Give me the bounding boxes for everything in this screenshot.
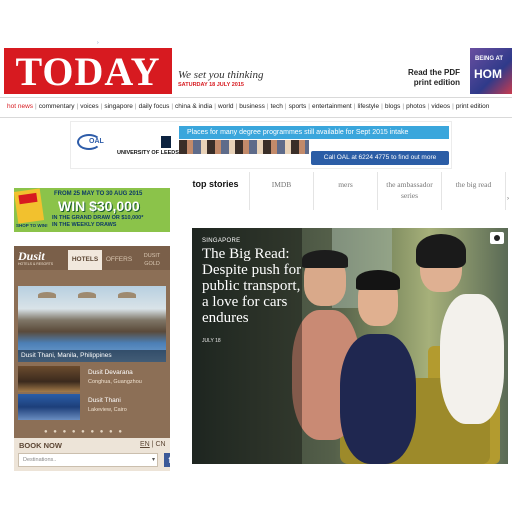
nav-item[interactable]: entertainment bbox=[312, 103, 352, 110]
destination-placeholder: Destinations.. bbox=[23, 457, 57, 463]
site-logo[interactable]: TODAY bbox=[4, 48, 172, 94]
dusit-header: Dusit HOTELS & RESORTS HOTELS OFFERS DUS… bbox=[14, 246, 170, 270]
hero-category[interactable]: SINGAPORE bbox=[202, 238, 240, 244]
hotel-thumbnail bbox=[18, 366, 80, 392]
shopping-bag-icon bbox=[14, 188, 45, 224]
promo-line-1: BEING AT bbox=[475, 56, 503, 62]
hotel-place: Conghua, Guangzhou bbox=[88, 379, 142, 385]
tab-hotels[interactable]: HOTELS bbox=[68, 250, 102, 270]
hero-person bbox=[356, 270, 400, 290]
featured-hotel-caption: Dusit Thani, Manila, Philippines bbox=[18, 350, 166, 362]
hotel-thumbnail bbox=[18, 394, 80, 420]
oal-banner-ad[interactable]: OAL UNIVERSITY OF LEEDS Places for many … bbox=[70, 121, 452, 169]
language-switch: EN | CN bbox=[140, 441, 166, 448]
hotel-name: Dusit Thani bbox=[88, 397, 121, 404]
hero-person bbox=[440, 294, 504, 424]
tab-dusit-gold[interactable]: DUSIT GOLD bbox=[136, 250, 168, 270]
browser-area: › bbox=[0, 0, 512, 46]
chevron-down-icon: ▾ bbox=[151, 457, 155, 463]
destination-select[interactable]: Destinations.. ▾ bbox=[18, 453, 158, 467]
leeds-label: UNIVERSITY OF LEEDS bbox=[117, 150, 179, 156]
win-ad-cta: SHOP TO WIN! bbox=[16, 223, 48, 228]
hotel-name: Dusit Devarana bbox=[88, 369, 133, 376]
win-ad-grand: IN THE GRAND DRAW OR $10,000* bbox=[52, 215, 144, 221]
tab-offers[interactable]: OFFERS bbox=[104, 250, 134, 270]
facebook-icon[interactable]: f bbox=[164, 453, 170, 467]
pdf-edition-link[interactable]: Read the PDF print edition bbox=[394, 68, 460, 87]
tab-imdb[interactable]: IMDB bbox=[250, 172, 314, 210]
hotel-item[interactable]: Dusit Thani Lakeview, Cairo bbox=[18, 394, 166, 420]
scroll-arrow-icon[interactable]: › bbox=[507, 196, 509, 202]
leeds-crest-icon bbox=[161, 136, 171, 148]
main-nav: hot news | commentary | voices | singapore | dai… bbox=[7, 103, 510, 115]
masthead-divider bbox=[0, 97, 512, 98]
nav-item[interactable]: daily focus bbox=[139, 103, 170, 110]
carousel-dots[interactable]: ● ● ● ● ● ● ● ● ● bbox=[44, 429, 124, 435]
nav-item[interactable]: sports bbox=[289, 103, 307, 110]
oal-brand: OAL bbox=[89, 138, 104, 145]
nav-item[interactable]: hot news bbox=[7, 103, 33, 110]
camera-icon[interactable] bbox=[490, 232, 504, 244]
hero-person bbox=[416, 234, 466, 268]
nav-item[interactable]: singapore bbox=[104, 103, 133, 110]
masthead: TODAY We set you thinking SATURDAY 18 JU… bbox=[2, 46, 512, 98]
nav-item[interactable]: business bbox=[239, 103, 265, 110]
hero-person bbox=[302, 250, 348, 268]
nav-item[interactable]: photos bbox=[406, 103, 426, 110]
promo-thumbnail[interactable]: BEING AT HOM bbox=[470, 48, 512, 94]
lang-cn[interactable]: CN bbox=[155, 441, 165, 448]
tab-top-stories[interactable]: top stories bbox=[182, 172, 250, 210]
win-ad-dates: FROM 25 MAY TO 30 AUG 2015 bbox=[54, 191, 143, 197]
tab-ambassador-series[interactable]: the ambassador series bbox=[378, 172, 442, 210]
nav-item[interactable]: blogs bbox=[385, 103, 401, 110]
hotel-item[interactable]: Dusit Devarana Conghua, Guangzhou bbox=[18, 366, 166, 392]
ad-cta[interactable]: Call OAL at 6224 4775 to find out more bbox=[311, 151, 449, 165]
tab-big-read[interactable]: the big read bbox=[442, 172, 506, 210]
ad-headline: Places for many degree programmes still … bbox=[179, 126, 449, 139]
dusit-ad: Dusit HOTELS & RESORTS HOTELS OFFERS DUS… bbox=[14, 246, 170, 471]
win-ad[interactable]: FROM 25 MAY TO 30 AUG 2015 WIN $30,000 I… bbox=[14, 188, 170, 232]
hero-headline[interactable]: The Big Read: Despite push for public tr… bbox=[202, 246, 302, 326]
win-ad-prize: WIN $30,000 bbox=[58, 198, 140, 214]
nav-item[interactable]: world bbox=[218, 103, 234, 110]
nav-item[interactable]: lifestyle bbox=[357, 103, 379, 110]
promo-line-2: HOM bbox=[474, 67, 502, 81]
hero-story[interactable]: SINGAPORE The Big Read: Despite push for… bbox=[192, 228, 508, 464]
lang-en[interactable]: EN bbox=[140, 441, 150, 448]
dusit-subtitle: HOTELS & RESORTS bbox=[18, 262, 54, 266]
hero-date: JULY 18 bbox=[202, 338, 221, 344]
nav-item[interactable]: voices bbox=[80, 103, 98, 110]
story-tabs: top stories IMDB mers the ambassador ser… bbox=[182, 172, 510, 210]
nav-item[interactable]: commentary bbox=[39, 103, 75, 110]
book-now-panel: BOOK NOW EN | CN Destinations.. ▾ f bbox=[14, 438, 170, 471]
win-ad-weekly: IN THE WEEKLY DRAWS bbox=[52, 222, 117, 228]
tab-mers[interactable]: mers bbox=[314, 172, 378, 210]
nav-item[interactable]: print edition bbox=[456, 103, 490, 110]
nav-item[interactable]: tech bbox=[271, 103, 283, 110]
book-now-label: BOOK NOW bbox=[19, 441, 62, 450]
dateline: SATURDAY 18 JULY 2015 bbox=[178, 82, 244, 88]
oal-logo: OAL bbox=[77, 134, 107, 152]
nav-divider bbox=[0, 117, 512, 118]
hotel-place: Lakeview, Cairo bbox=[88, 407, 127, 413]
nav-item[interactable]: china & india bbox=[175, 103, 212, 110]
ad-people-image bbox=[179, 140, 309, 154]
nav-item[interactable]: videos bbox=[431, 103, 450, 110]
tagline: We set you thinking bbox=[178, 69, 264, 81]
hero-person bbox=[340, 334, 416, 464]
